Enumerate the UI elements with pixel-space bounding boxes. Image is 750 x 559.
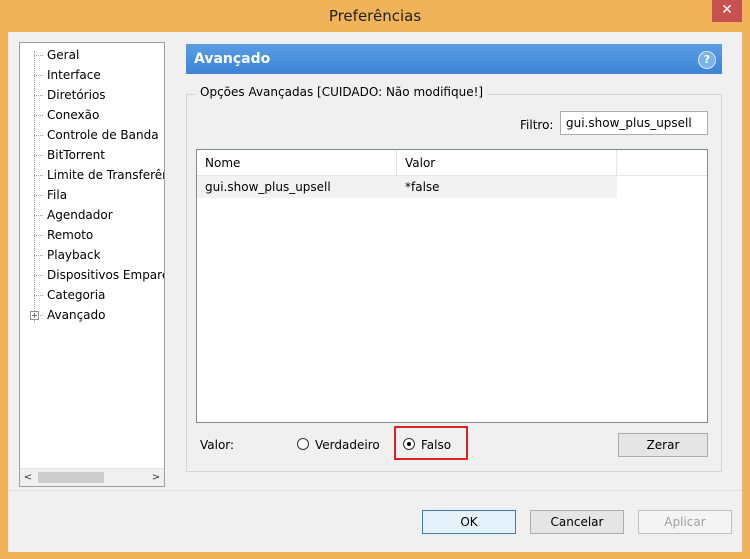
filter-label: Filtro: <box>520 118 554 132</box>
filter-input[interactable] <box>560 111 708 135</box>
tree-horizontal-scrollbar[interactable]: < > <box>20 468 164 486</box>
preferences-window: Preferências ✕ Geral Interface Diretório… <box>0 0 750 559</box>
tree-item-agendador[interactable]: Agendador <box>20 205 113 225</box>
category-tree[interactable]: Geral Interface Diretórios Conexão Contr… <box>19 42 165 487</box>
tree-item-conexao[interactable]: Conexão <box>20 105 99 125</box>
tree-item-limite-de-transferencia[interactable]: Limite de Transferência <box>20 165 164 185</box>
cell-valor: *false <box>405 180 440 194</box>
column-header-nome[interactable]: Nome <box>197 150 397 176</box>
section-title: Avançado <box>194 51 271 67</box>
help-icon[interactable]: ? <box>698 51 716 69</box>
expand-icon[interactable]: + <box>30 311 39 320</box>
reset-button[interactable]: Zerar <box>618 433 708 457</box>
tree-item-categoria[interactable]: Categoria <box>20 285 105 305</box>
tree-item-dispositivos-emparelhados[interactable]: Dispositivos Emparelhados <box>20 265 164 285</box>
tree-item-fila[interactable]: Fila <box>20 185 67 205</box>
cancel-button[interactable]: Cancelar <box>530 510 624 534</box>
value-label: Valor: <box>200 438 235 452</box>
close-button[interactable]: ✕ <box>712 0 742 22</box>
annotation-highlight-box <box>394 426 468 460</box>
tree-item-controle-de-banda[interactable]: Controle de Banda <box>20 125 159 145</box>
tree-item-interface[interactable]: Interface <box>20 65 101 85</box>
ok-button[interactable]: OK <box>422 510 516 534</box>
dialog-client: Geral Interface Diretórios Conexão Contr… <box>8 32 742 552</box>
settings-table[interactable]: Nome Valor gui.show_plus_upsell *false <box>196 149 708 423</box>
dialog-footer: OK Cancelar Aplicar <box>8 490 742 552</box>
radio-verdadeiro[interactable]: Verdadeiro <box>297 436 380 454</box>
scroll-thumb[interactable] <box>38 472 104 483</box>
column-header-filler <box>617 150 707 176</box>
column-header-valor[interactable]: Valor <box>397 150 617 176</box>
tree-item-label: Avançado <box>47 308 106 322</box>
tree-item-diretorios[interactable]: Diretórios <box>20 85 106 105</box>
scroll-right-arrow-icon[interactable]: > <box>148 469 164 486</box>
radio-label: Verdadeiro <box>315 438 380 452</box>
tree-item-avancado[interactable]: + Avançado <box>20 305 105 325</box>
tree-item-geral[interactable]: Geral <box>20 45 79 65</box>
tree-item-playback[interactable]: Playback <box>20 245 101 265</box>
tree-item-bittorrent[interactable]: BitTorrent <box>20 145 105 165</box>
table-row[interactable]: gui.show_plus_upsell *false <box>197 176 617 198</box>
radio-circle-icon <box>297 438 309 450</box>
window-title: Preferências <box>328 7 422 25</box>
apply-button[interactable]: Aplicar <box>638 510 732 534</box>
cell-nome: gui.show_plus_upsell <box>205 180 331 194</box>
scroll-left-arrow-icon[interactable]: < <box>20 469 36 486</box>
tree-item-remoto[interactable]: Remoto <box>20 225 93 245</box>
group-title: Opções Avançadas [CUIDADO: Não modifique… <box>196 85 488 99</box>
section-header: Avançado ? <box>186 44 722 74</box>
